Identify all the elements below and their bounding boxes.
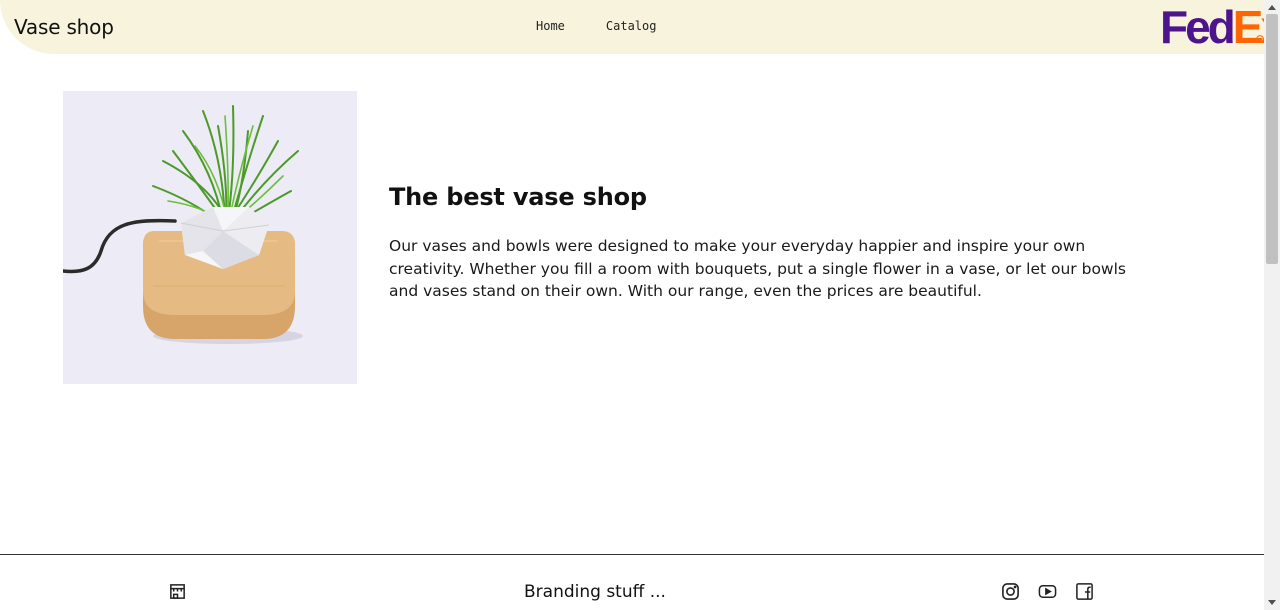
footer-divider [0, 554, 1264, 555]
footer-branding-text: Branding stuff ... [524, 582, 666, 602]
levitating-plant-illustration [63, 105, 303, 344]
nav-link-catalog[interactable]: Catalog [606, 19, 657, 33]
fedex-logo[interactable]: FedEx R [1160, 3, 1264, 51]
nav-link-home[interactable]: Home [536, 19, 565, 33]
main-nav: Home Catalog [536, 19, 656, 33]
hero-description: Our vases and bowls were designed to mak… [389, 237, 1126, 300]
vertical-scrollbar[interactable] [1264, 0, 1280, 610]
scroll-up-arrow-icon[interactable] [1268, 4, 1276, 10]
hero-title: The best vase shop [389, 183, 647, 211]
logo-fed-text: Fed [1160, 1, 1236, 53]
site-header: Vase shop Home Catalog FedEx R [0, 0, 1264, 54]
hero-image [63, 91, 357, 384]
store-icon[interactable] [168, 582, 187, 601]
registered-mark-icon: R [1256, 35, 1264, 43]
youtube-icon[interactable] [1038, 582, 1057, 601]
social-links [1001, 582, 1094, 601]
instagram-icon[interactable] [1001, 582, 1020, 601]
scroll-down-arrow-icon[interactable] [1268, 600, 1276, 606]
logo-ex-text: Ex [1232, 1, 1264, 53]
site-brand[interactable]: Vase shop [14, 15, 114, 39]
page: Vase shop Home Catalog FedEx R [0, 0, 1264, 610]
scrollbar-thumb[interactable] [1266, 14, 1278, 264]
facebook-icon[interactable] [1075, 582, 1094, 601]
